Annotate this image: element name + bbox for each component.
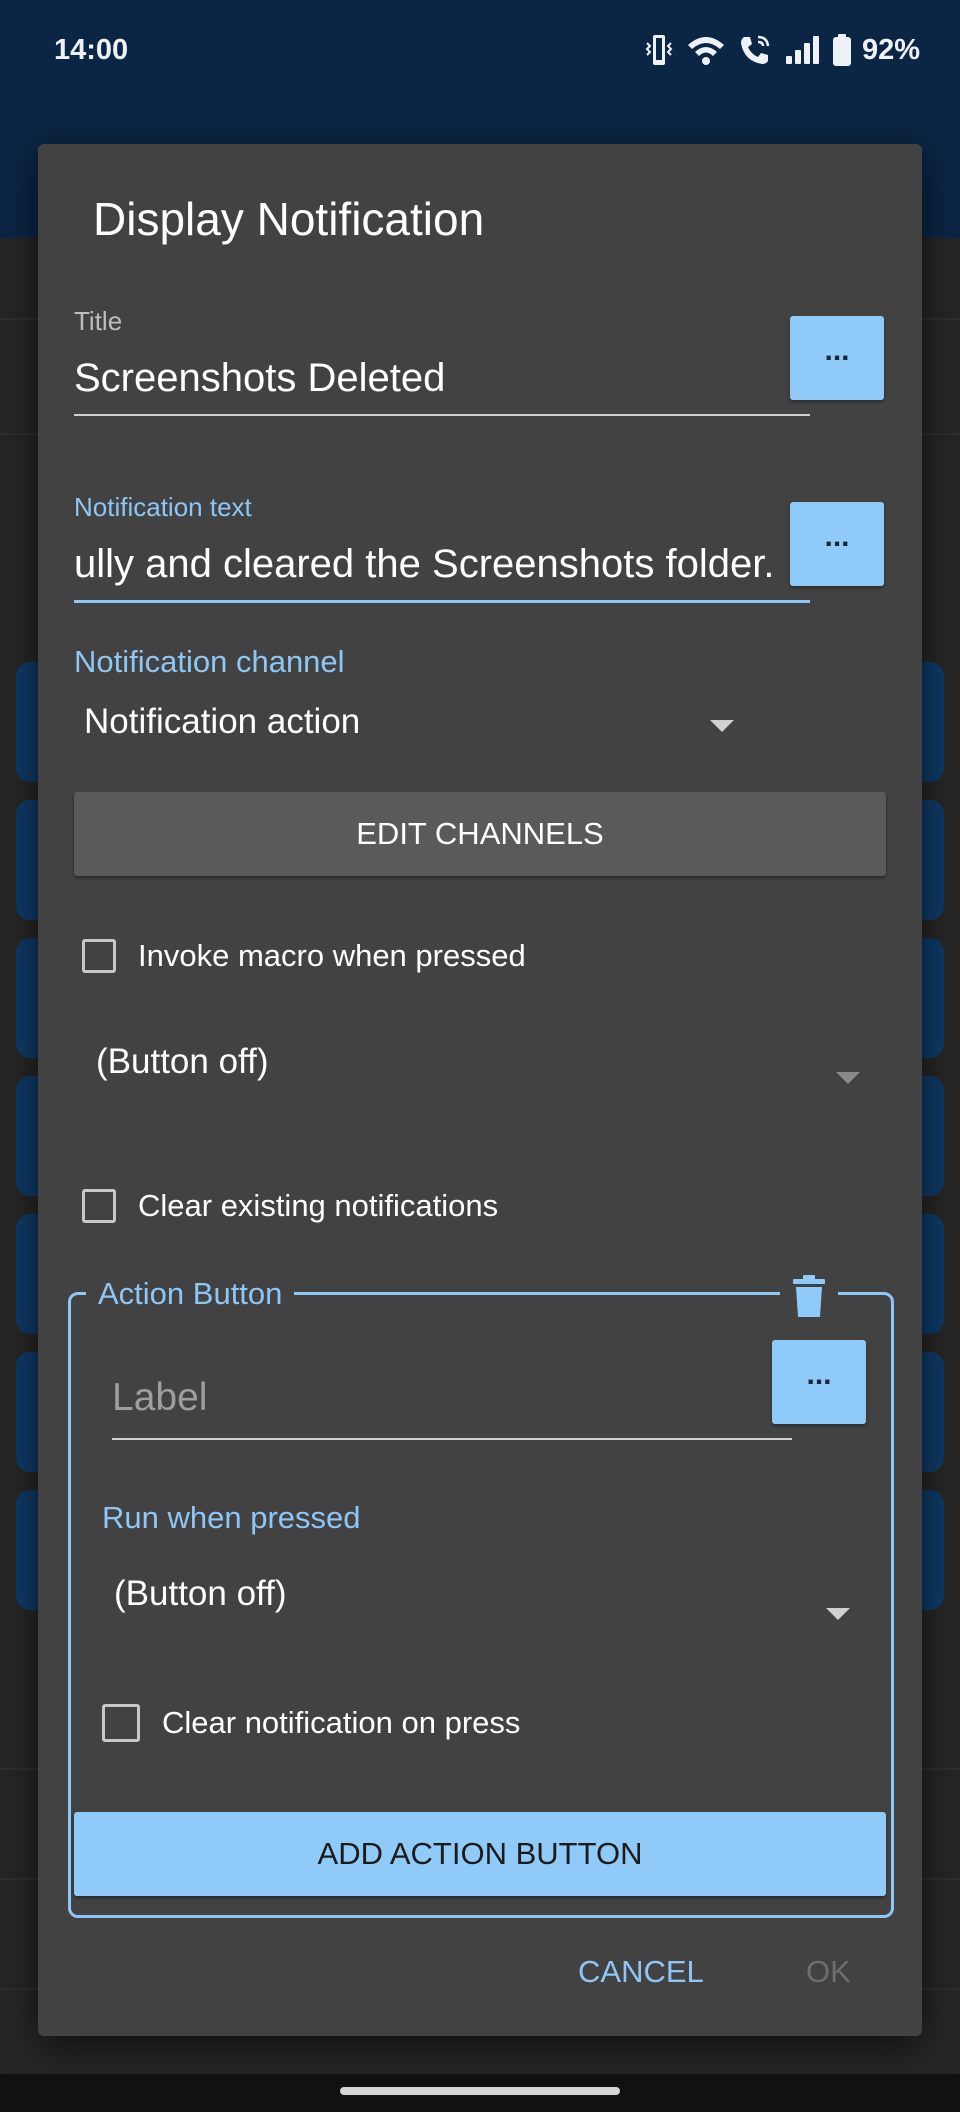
display-notification-dialog: Display Notification Title Screenshots D… <box>38 144 922 2036</box>
notification-text-value: ully and cleared the Screenshots folder. <box>74 542 775 586</box>
notification-text-input[interactable]: ully and cleared the Screenshots folder. <box>74 542 810 587</box>
chevron-down-icon <box>826 1608 850 1620</box>
action-label-input[interactable]: Label <box>112 1376 207 1420</box>
chevron-down-icon <box>710 720 734 732</box>
invoke-macro-label: Invoke macro when pressed <box>138 938 526 973</box>
wifi-icon <box>686 34 726 66</box>
ok-button[interactable]: OK <box>806 1954 851 1990</box>
notification-text-underline <box>74 600 810 603</box>
clear-existing-label: Clear existing notifications <box>138 1188 499 1223</box>
invoke-macro-row[interactable]: Invoke macro when pressed <box>82 938 526 974</box>
battery-icon <box>832 33 852 67</box>
add-action-button[interactable]: ADD ACTION BUTTON <box>74 1812 886 1896</box>
vibrate-icon <box>644 33 674 67</box>
run-when-pressed-label: Run when pressed <box>102 1500 361 1535</box>
notification-channel-dropdown[interactable]: Notification action <box>74 696 774 756</box>
invoke-macro-checkbox[interactable] <box>82 939 116 973</box>
gesture-handle[interactable] <box>340 2087 620 2095</box>
action-button-legend: Action Button <box>86 1274 295 1314</box>
delete-action-button[interactable] <box>780 1272 838 1324</box>
trash-icon <box>792 1274 826 1323</box>
invoke-macro-selected: (Button off) <box>96 1042 269 1081</box>
title-field-input[interactable]: Screenshots Deleted <box>74 356 810 401</box>
cancel-button[interactable]: CANCEL <box>578 1954 704 1990</box>
title-field-label: Title <box>74 306 123 336</box>
notification-channel-selected: Notification action <box>84 702 361 741</box>
clear-on-press-row[interactable]: Clear notification on press <box>102 1704 520 1742</box>
action-label-underline <box>112 1438 792 1440</box>
action-button-legend-text: Action Button <box>98 1276 283 1311</box>
clear-on-press-checkbox[interactable] <box>102 1704 140 1742</box>
title-field-underline <box>74 414 810 416</box>
notification-channel-label: Notification channel <box>74 644 345 679</box>
cell-signal-icon <box>784 34 820 66</box>
invoke-macro-dropdown[interactable]: (Button off) <box>74 1028 886 1108</box>
clear-existing-checkbox[interactable] <box>82 1189 116 1223</box>
edit-channels-button[interactable]: EDIT CHANNELS <box>74 792 886 876</box>
clear-existing-row[interactable]: Clear existing notifications <box>82 1188 498 1224</box>
action-label-insert-button[interactable]: ... <box>772 1340 866 1424</box>
chevron-down-icon <box>836 1072 860 1084</box>
dialog-title: Display Notification <box>93 193 485 245</box>
status-time: 14:00 <box>54 34 129 66</box>
wifi-calling-icon <box>738 33 772 67</box>
notification-text-label: Notification text <box>74 492 252 522</box>
title-insert-button[interactable]: ... <box>790 316 884 400</box>
run-when-pressed-dropdown[interactable]: (Button off) <box>102 1564 872 1644</box>
clear-on-press-label: Clear notification on press <box>162 1705 521 1740</box>
run-when-pressed-selected: (Button off) <box>114 1574 287 1613</box>
status-icons: 92% <box>644 30 920 70</box>
notification-text-insert-button[interactable]: ... <box>790 502 884 586</box>
battery-percent: 92% <box>861 33 920 66</box>
